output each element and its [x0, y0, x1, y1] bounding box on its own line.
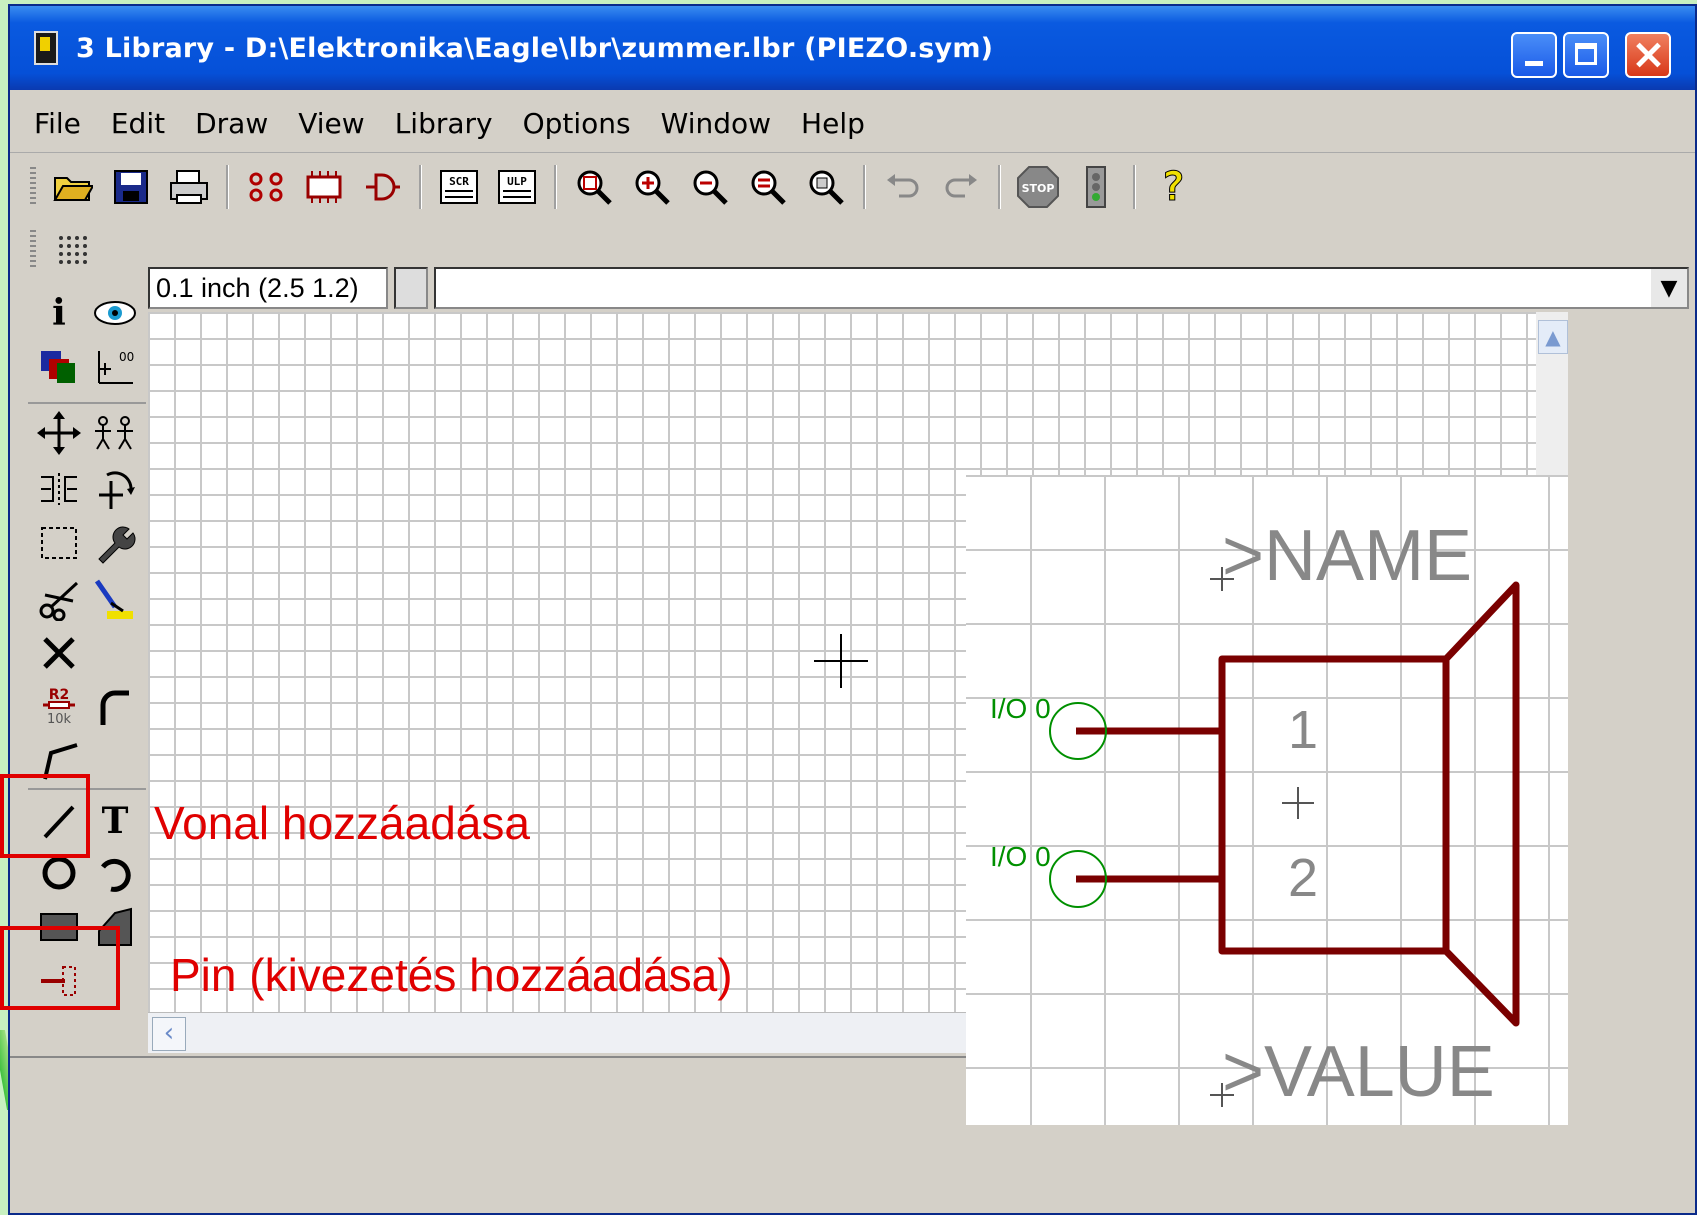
zoom-select-icon[interactable]: [803, 164, 849, 210]
window-title: 3 Library - D:\Elektronika\Eagle\lbr\zum…: [76, 32, 994, 64]
open-icon[interactable]: [50, 164, 96, 210]
zoom-out-icon[interactable]: [687, 164, 733, 210]
save-icon[interactable]: [108, 164, 154, 210]
scroll-up-icon[interactable]: ▲: [1538, 320, 1568, 354]
toolbar-separator: [1133, 165, 1136, 209]
coordinate-bar: 0.1 inch (2.5 1.2) ▼: [148, 264, 1695, 312]
name-value-icon[interactable]: R2 10k: [34, 682, 84, 732]
mark-icon[interactable]: 00: [90, 342, 140, 392]
script-icon[interactable]: SCR: [436, 164, 482, 210]
ulp-label: ULP: [507, 175, 527, 188]
pin-label-1: I/O 0: [990, 693, 1051, 724]
miter-icon[interactable]: [90, 682, 140, 732]
redo-icon[interactable]: [938, 164, 984, 210]
zoom-fit-icon[interactable]: [571, 164, 617, 210]
delete-icon[interactable]: [34, 628, 84, 678]
stop-icon[interactable]: STOP: [1015, 164, 1061, 210]
symbol-name-placeholder: >NAME: [1222, 516, 1473, 596]
pin-tool-annotation: Pin (kivezetés hozzáadása): [170, 949, 733, 1001]
horizontal-scrollbar[interactable]: ‹: [148, 1012, 978, 1053]
copy-icon[interactable]: [90, 408, 140, 458]
sidebar-divider: [28, 402, 146, 404]
ulp-icon[interactable]: ULP: [494, 164, 540, 210]
title-bar: 3 Library - D:\Elektronika\Eagle\lbr\zum…: [10, 6, 1695, 90]
toolbar-separator: [863, 165, 866, 209]
line-tool-annotation: Vonal hozzáadása: [154, 797, 530, 849]
grid-icon[interactable]: [50, 227, 96, 273]
toolbar-separator: [554, 165, 557, 209]
ic-icon[interactable]: [301, 164, 347, 210]
speaker-horn: [1443, 581, 1520, 1027]
symbol-zoom-inset: >NAME >VALUE I/O 0 I/O 0 1 2: [966, 475, 1568, 1125]
scroll-left-icon[interactable]: ‹: [152, 1017, 186, 1051]
close-button[interactable]: [1625, 32, 1671, 78]
toolbar-grip[interactable]: [30, 230, 36, 270]
rotate-icon[interactable]: [90, 464, 140, 514]
pin-number-2: 2: [1288, 848, 1319, 908]
menu-options[interactable]: Options: [523, 107, 631, 140]
move-icon[interactable]: [34, 408, 84, 458]
change-wrench-icon[interactable]: [90, 518, 140, 568]
value-tool-bottom: 10k: [47, 712, 72, 727]
app-icon: [34, 31, 58, 65]
menu-draw[interactable]: Draw: [195, 107, 268, 140]
print-icon[interactable]: [166, 164, 212, 210]
layers-icon[interactable]: [34, 342, 84, 392]
menu-bar: File Edit Draw View Library Options Wind…: [10, 94, 1695, 153]
toolbar-grip[interactable]: [30, 167, 36, 207]
paste-icon[interactable]: [90, 574, 140, 624]
stop-label: STOP: [1022, 182, 1055, 195]
menu-library[interactable]: Library: [395, 107, 493, 140]
pin-number-1: 1: [1288, 700, 1319, 760]
value-tool-top: R2: [49, 687, 70, 703]
command-input[interactable]: ▼: [434, 267, 1689, 309]
undo-icon[interactable]: [880, 164, 926, 210]
zoom-in-icon[interactable]: [629, 164, 675, 210]
secondary-toolbar: [10, 224, 102, 276]
arc-icon[interactable]: [90, 848, 140, 898]
script-label: SCR: [449, 175, 469, 188]
menu-help[interactable]: Help: [801, 107, 865, 140]
symbol-value-placeholder: >VALUE: [1222, 1032, 1495, 1112]
menu-file[interactable]: File: [34, 107, 81, 140]
pin-label-2: I/O 0: [990, 841, 1051, 872]
maximize-button[interactable]: [1563, 32, 1609, 78]
coordinate-readout: 0.1 inch (2.5 1.2): [148, 267, 388, 309]
menu-view[interactable]: View: [298, 107, 364, 140]
help-icon[interactable]: ?: [1150, 164, 1196, 211]
minimize-button[interactable]: [1511, 32, 1557, 78]
toolbar-separator: [419, 165, 422, 209]
menu-window[interactable]: Window: [661, 107, 771, 140]
group-icon[interactable]: [34, 518, 84, 568]
svg-text:00: 00: [119, 350, 134, 364]
help-glyph: ?: [1160, 164, 1186, 211]
zoom-redraw-icon[interactable]: [745, 164, 791, 210]
toolbar-separator: [226, 165, 229, 209]
coordinate-toggle[interactable]: [394, 267, 428, 309]
main-toolbar: SCR ULP STOP ?: [10, 154, 1695, 220]
cut-scissors-icon[interactable]: [34, 574, 84, 624]
menu-edit[interactable]: Edit: [111, 107, 165, 140]
package-icon[interactable]: [243, 164, 289, 210]
pin-tool-highlight: [0, 926, 120, 1010]
cursor-crosshair: [840, 634, 842, 688]
show-eye-icon[interactable]: [90, 288, 140, 338]
symbol-icon[interactable]: [359, 164, 405, 210]
text-icon[interactable]: T: [90, 796, 140, 846]
info-icon[interactable]: i: [34, 288, 84, 338]
toolbar-separator: [998, 165, 1001, 209]
text-tool-glyph: T: [101, 800, 129, 842]
chevron-down-icon[interactable]: ▼: [1651, 269, 1687, 307]
symbol-body: [1218, 655, 1450, 955]
status-bar: [10, 1056, 978, 1128]
mirror-icon[interactable]: [34, 464, 84, 514]
go-icon[interactable]: [1073, 164, 1119, 210]
line-tool-highlight: [0, 774, 90, 858]
